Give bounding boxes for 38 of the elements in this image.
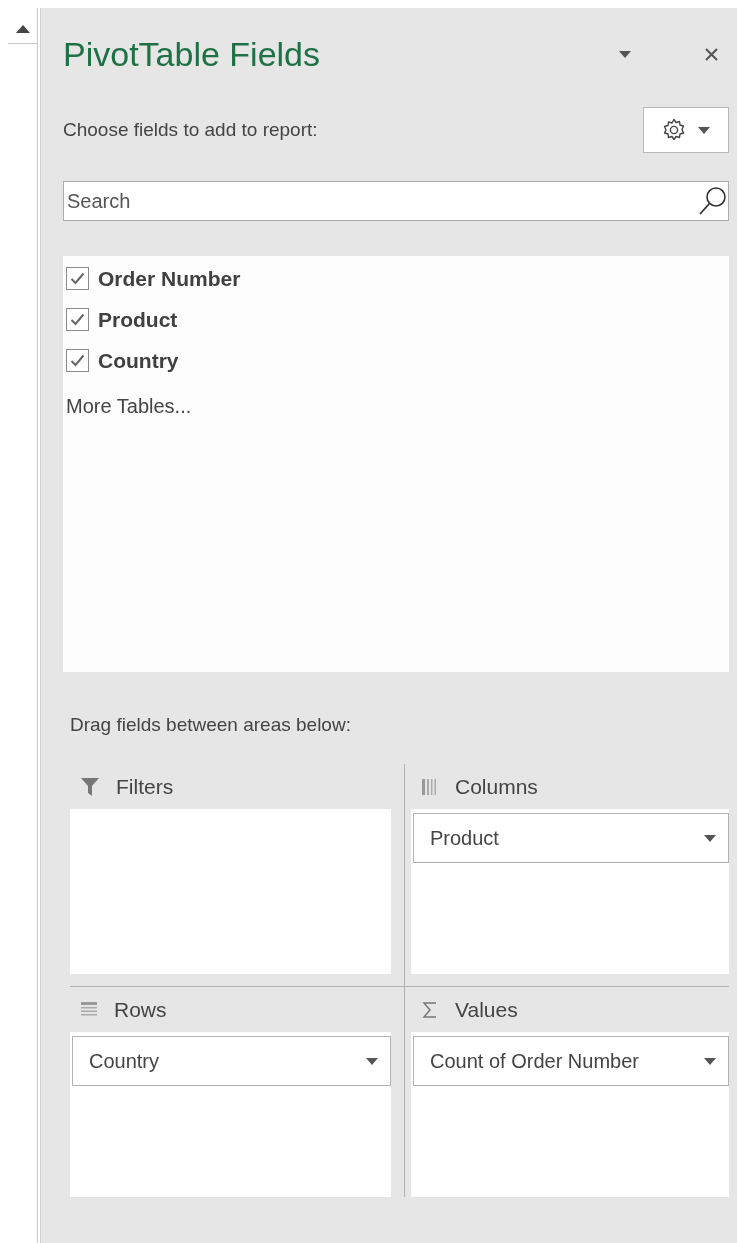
- rows-icon: [80, 1000, 98, 1019]
- columns-icon: [421, 777, 439, 796]
- drop-zone[interactable]: Count of Order Number: [411, 1032, 729, 1197]
- search-field[interactable]: Search: [63, 181, 729, 221]
- search-icon: [698, 186, 728, 216]
- checkmark-icon: [70, 313, 85, 326]
- drop-zone[interactable]: Country: [70, 1032, 391, 1197]
- caret-icon: [619, 50, 631, 58]
- caret-icon: [698, 126, 710, 134]
- areas-instruction: Drag fields between areas below:: [70, 714, 352, 737]
- close-icon: [704, 47, 718, 61]
- field-dropdown[interactable]: Count of Order Number: [413, 1036, 729, 1086]
- up-arrow-icon: [15, 24, 30, 33]
- checkbox[interactable]: [66, 349, 89, 372]
- checkbox[interactable]: [66, 267, 89, 290]
- field-name: Order Number: [98, 266, 241, 291]
- field-dropdown[interactable]: Product: [413, 813, 729, 863]
- caret-icon: [704, 1057, 716, 1065]
- area-label: Rows: [114, 997, 167, 1022]
- more-tables-link[interactable]: More Tables...: [66, 395, 192, 418]
- tools-button[interactable]: [643, 107, 729, 153]
- checkbox[interactable]: [66, 308, 89, 331]
- area-label: Columns: [455, 774, 538, 799]
- caret-icon: [704, 834, 716, 842]
- drop-zone[interactable]: Product: [411, 809, 729, 974]
- field-name: Product: [98, 307, 178, 332]
- checkmark-icon: [70, 354, 85, 367]
- sigma-icon: [421, 1000, 439, 1019]
- field-name: Country: [98, 348, 179, 373]
- funnel-icon: [80, 776, 100, 797]
- caret-icon: [366, 1057, 378, 1065]
- pane-title: PivotTable Fields: [63, 34, 321, 74]
- instruction-text: Choose fields to add to report:: [63, 119, 318, 141]
- area-label: Values: [455, 997, 518, 1022]
- checkmark-icon: [70, 272, 85, 285]
- settings-icon: [662, 118, 686, 142]
- field-dropdown[interactable]: Country: [72, 1036, 391, 1086]
- area-label: Filters: [116, 774, 174, 799]
